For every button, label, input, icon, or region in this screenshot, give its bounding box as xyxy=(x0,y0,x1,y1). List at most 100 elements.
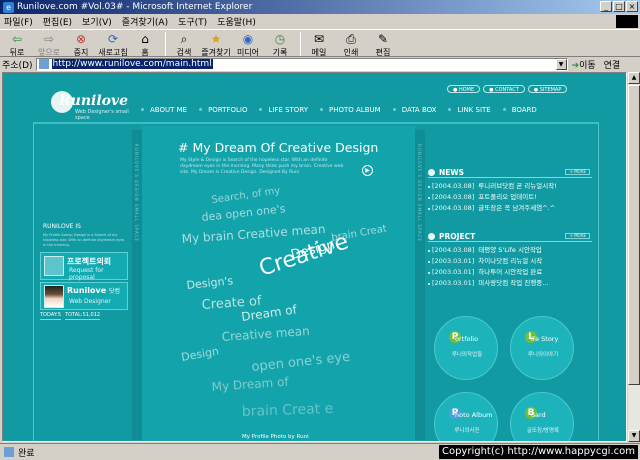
project-item[interactable]: [2003.03.01] 미사랑닷컴 작업 진행중... xyxy=(428,278,592,289)
status-text: 완료 xyxy=(18,448,35,459)
news-more-button[interactable]: + MORE xyxy=(565,169,590,175)
window-title: Runilove.com #Vol.03# - Microsoft Intern… xyxy=(17,2,253,12)
nav-life-story[interactable]: LIFE STORY xyxy=(259,106,320,114)
nav-portfolio[interactable]: PORTFOLIO xyxy=(199,106,259,114)
scroll-thumb[interactable] xyxy=(628,85,640,385)
menu-favorites[interactable]: 즐겨찾기(A) xyxy=(122,15,168,28)
logo-tagline: Web Designer's small space xyxy=(75,109,129,121)
left-vertical-strip: RUNILOVE'S DESIGN SMALL SPACE xyxy=(132,130,142,440)
project-item[interactable]: [2004.03.08] 태평양 S'Life 시안작업 xyxy=(428,245,592,256)
nav-data-box[interactable]: DATA BOX xyxy=(392,106,449,114)
board-circle[interactable]: B oard 글또장/방명록 xyxy=(510,392,574,441)
copyright-text: Copyright(c) http://www.happycgi.com xyxy=(438,445,638,459)
close-button[interactable]: × xyxy=(626,1,638,12)
favorites-button[interactable]: ★ 즐겨찾기 xyxy=(201,30,231,58)
photo-album-circle-title: hoto Album xyxy=(455,411,493,419)
home-button[interactable]: ⌂ 홈 xyxy=(130,30,160,58)
address-input[interactable]: http://www.runilove.com/main.html ▼ xyxy=(35,57,568,71)
list-dot-icon xyxy=(428,283,430,285)
board-circle-sub: 글또장/방명록 xyxy=(526,428,560,434)
left-column: RUNILOVE IS My Profile &amp; Design is a… xyxy=(37,126,131,441)
project-title: PROJECT xyxy=(439,232,476,241)
life-story-circle[interactable]: L ife Story 루니의이야기 xyxy=(510,316,574,380)
star-icon: ★ xyxy=(210,32,222,46)
menu-view[interactable]: 보기(V) xyxy=(82,15,112,28)
forward-arrow-icon: ⇨ xyxy=(43,32,55,46)
news-section: NEWS + MORE [2004.03.08] 루니러브닷컴 곧 리뉴얼시작! … xyxy=(428,168,592,214)
menu-tools[interactable]: 도구(T) xyxy=(178,15,207,28)
left-strip-text: RUNILOVE'S DESIGN SMALL SPACE xyxy=(134,144,139,243)
nav-photo-album[interactable]: PHOTO ALBUM xyxy=(320,106,393,114)
refresh-icon: ⟳ xyxy=(107,32,119,46)
center-content: # My Dream Of Creative Design My Style &… xyxy=(142,126,415,441)
nav-bullet-icon xyxy=(141,108,144,111)
address-url[interactable]: http://www.runilove.com/main.html xyxy=(51,59,213,69)
profile-banner[interactable]: Runilove 닷컴 Web Designer xyxy=(40,282,128,310)
nav-bullet-icon xyxy=(502,108,506,111)
search-button[interactable]: ⌕ 검색 xyxy=(169,30,199,58)
photo-album-circle[interactable]: P hoto Album 루니의사진 xyxy=(434,392,498,441)
media-button[interactable]: ◉ 미디어 xyxy=(233,30,263,58)
visitor-counter: TODAY:5 TOTAL:51,012 xyxy=(40,312,128,320)
history-button[interactable]: ◷ 기록 xyxy=(265,30,295,58)
project-more-button[interactable]: + MORE xyxy=(565,233,590,239)
links-button[interactable]: 연결 xyxy=(604,58,621,71)
site-logo[interactable]: Runilove Web Designer's small space xyxy=(51,91,131,121)
nav-board[interactable]: BOARD xyxy=(502,106,549,114)
menu-file[interactable]: 파일(F) xyxy=(4,15,33,28)
portfolio-circle-title: ortfolio xyxy=(455,335,479,343)
edit-button[interactable]: ✎ 편집 xyxy=(368,30,398,58)
swirl-word: brain Creat e xyxy=(242,401,334,420)
go-button[interactable]: ➔이동 xyxy=(572,58,596,71)
contact-link[interactable]: ● CONTACT xyxy=(483,85,525,93)
search-icon: ⌕ xyxy=(180,32,188,46)
project-item[interactable]: [2003.03.01] 하나투어 시안작업 완료 xyxy=(428,267,592,278)
stop-button[interactable]: ⊗ 중지 xyxy=(66,30,96,58)
today-count: TODAY:5 xyxy=(40,312,62,320)
home-link[interactable]: ● HOME xyxy=(447,85,481,93)
back-button[interactable]: ⇦ 뒤로 xyxy=(2,30,32,58)
news-item[interactable]: [2004.03.08] 글또장은 꼭 남겨주세염^.^ xyxy=(428,203,592,214)
list-dot-icon xyxy=(428,208,430,210)
list-dot-icon xyxy=(428,197,430,199)
mail-button[interactable]: ✉ 메일 xyxy=(304,30,334,58)
avatar xyxy=(44,285,64,308)
news-item[interactable]: [2004.03.08] 루니러브닷컴 곧 리뉴얼시작! xyxy=(428,181,592,192)
top-links: ● HOME ● CONTACT ● SITEMAP xyxy=(447,85,568,93)
menu-bar: 파일(F) 편집(E) 보기(V) 즐겨찾기(A) 도구(T) 도움말(H) xyxy=(0,14,640,29)
list-dot-icon xyxy=(428,261,430,263)
ie-app-icon: e xyxy=(3,1,14,13)
nav-bullet-icon xyxy=(259,108,263,111)
nav-link-site[interactable]: LINK SITE xyxy=(448,106,502,114)
chevron-down-icon[interactable]: ▼ xyxy=(555,58,567,70)
project-request-banner[interactable]: 프로젝트의뢰 Request for proposal xyxy=(40,252,128,281)
refresh-button[interactable]: ⟳ 새로고침 xyxy=(98,30,128,58)
page-status-icon xyxy=(4,447,14,457)
list-dot-icon xyxy=(428,186,430,188)
banner1-subtitle: Request for proposal xyxy=(69,267,104,281)
play-icon[interactable]: ▶ xyxy=(362,165,373,176)
menu-edit[interactable]: 편집(E) xyxy=(43,15,72,28)
scroll-up-icon[interactable]: ▲ xyxy=(628,72,640,84)
windows-logo-icon xyxy=(616,15,638,28)
life-story-circle-sub: 루니의이야기 xyxy=(527,352,559,358)
banner2-title: Runilove 닷컴 xyxy=(67,286,121,295)
center-title: # My Dream Of Creative Design xyxy=(178,140,379,155)
media-icon: ◉ xyxy=(242,32,254,46)
vertical-scrollbar[interactable]: ▲ ▼ xyxy=(628,72,640,442)
news-item[interactable]: [2004.03.08] 포트폴리오 업데이트! xyxy=(428,192,592,203)
project-item[interactable]: [2003.03.01] 차이나닷컴 리뉴얼 시작 xyxy=(428,256,592,267)
address-label: 주소(D) xyxy=(2,60,33,71)
printer-icon: ⎙ xyxy=(346,32,356,46)
scroll-down-icon[interactable]: ▼ xyxy=(628,430,640,442)
forward-button[interactable]: ⇨ 앞으로 xyxy=(34,30,64,58)
menu-help[interactable]: 도움말(H) xyxy=(217,15,256,28)
nav-about-me[interactable]: ABOUT ME xyxy=(141,106,199,114)
portfolio-circle[interactable]: P ortfolio 루니의작업들 xyxy=(434,316,498,380)
sitemap-link[interactable]: ● SITEMAP xyxy=(527,85,568,93)
photo-album-circle-sub: 루니의사진 xyxy=(454,428,480,434)
print-button[interactable]: ⎙ 인쇄 xyxy=(336,30,366,58)
minimize-button[interactable]: _ xyxy=(600,1,612,12)
address-bar: 주소(D) http://www.runilove.com/main.html … xyxy=(0,57,640,71)
maximize-button[interactable]: □ xyxy=(613,1,625,12)
